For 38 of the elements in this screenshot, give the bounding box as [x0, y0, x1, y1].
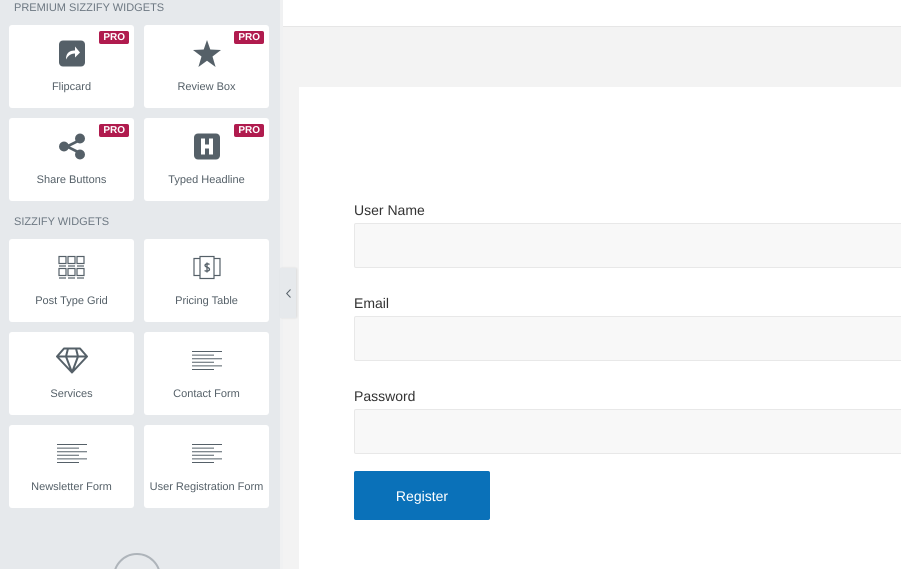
- diamond-icon: [56, 347, 88, 374]
- share-icon: [58, 133, 84, 160]
- star-icon: [192, 40, 220, 67]
- widget-card[interactable]: Newsletter Form: [9, 425, 134, 508]
- widget-card[interactable]: PRO Typed Headline: [144, 118, 269, 201]
- widget-card[interactable]: Contact Form: [144, 332, 269, 415]
- widget-card[interactable]: Post Type Grid: [9, 239, 134, 322]
- widget-card[interactable]: PRO Share Buttons: [9, 118, 134, 201]
- widget-label: Pricing Table: [175, 295, 238, 307]
- heading-icon: [194, 133, 220, 160]
- field-label: User Name: [354, 202, 426, 218]
- pro-badge: PRO: [99, 31, 129, 44]
- widget-label: Typed Headline: [168, 174, 245, 186]
- price-table-icon: [192, 254, 220, 281]
- grid-icon: [58, 254, 86, 281]
- chevron-left-icon: [286, 288, 290, 298]
- widget-label: User Registration Form: [150, 481, 264, 493]
- register-button[interactable]: Register: [354, 471, 490, 520]
- section-heading: PREMIUM SIZZIFY WIDGETS: [14, 2, 166, 14]
- widget-card[interactable]: Pricing Table: [144, 239, 269, 322]
- field-label: Email: [354, 295, 390, 311]
- widget-card[interactable]: PRO Review Box: [144, 25, 269, 108]
- section-heading: SIZZIFY WIDGETS: [14, 216, 110, 228]
- collapse-handle[interactable]: [280, 268, 296, 318]
- widget-label: Flipcard: [52, 81, 92, 93]
- widget-card[interactable]: User Registration Form: [144, 425, 269, 508]
- widget-label: Newsletter Form: [31, 481, 112, 493]
- widget-label: Post Type Grid: [35, 295, 108, 307]
- field-label: Password: [354, 388, 416, 404]
- widget-label: Share Buttons: [36, 174, 106, 186]
- widget-label: Review Box: [177, 81, 236, 93]
- pro-badge: PRO: [234, 31, 264, 44]
- pro-badge: PRO: [234, 124, 264, 137]
- widget-label: Contact Form: [173, 388, 240, 400]
- pro-badge: PRO: [99, 124, 129, 137]
- widget-card[interactable]: Services: [9, 332, 134, 415]
- widget-label: Services: [50, 388, 93, 400]
- widget-card[interactable]: PRO Flipcard: [9, 25, 134, 108]
